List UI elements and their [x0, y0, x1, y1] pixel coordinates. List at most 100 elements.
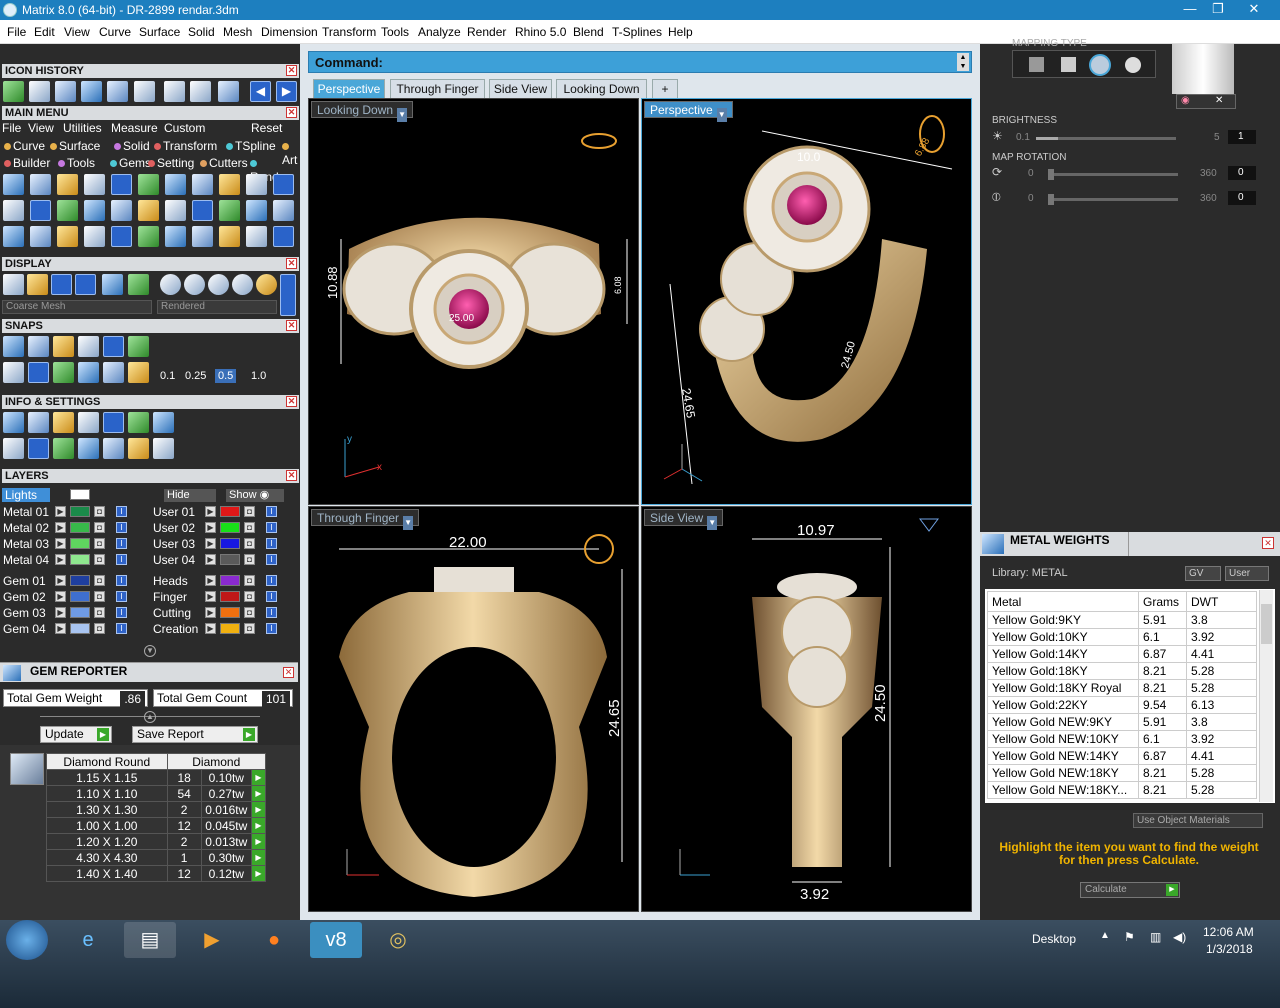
- play-icon[interactable]: ▶: [205, 575, 216, 586]
- new-file-icon[interactable]: [29, 81, 50, 102]
- layer-row[interactable]: Heads ▶ ◘ I: [150, 574, 290, 588]
- modeling-tool-icon[interactable]: [192, 174, 213, 195]
- spherical-map-icon[interactable]: [1089, 54, 1111, 76]
- table-row[interactable]: Yellow Gold:10KY 6.1 3.92: [987, 628, 1257, 646]
- pyramid-icon[interactable]: [107, 81, 128, 102]
- snap-value[interactable]: 1.0: [251, 370, 266, 382]
- viewport-looking-down[interactable]: 10.88 25.00 6.08 y x Looking Down ▼: [308, 98, 639, 505]
- gem-row-action[interactable]: ▶: [250, 865, 267, 882]
- menu-mesh[interactable]: Mesh: [223, 25, 252, 39]
- lock-icon[interactable]: ◘: [94, 607, 105, 618]
- material-ball-icon[interactable]: [232, 274, 253, 295]
- layer-visibility-icon[interactable]: I: [116, 607, 127, 618]
- close-icon[interactable]: ✕: [286, 470, 297, 481]
- modeling-tool-icon[interactable]: [165, 226, 186, 247]
- viewport-through-finger[interactable]: 22.00 24.65 Through Finger ▼: [308, 506, 639, 912]
- modeling-tool-icon[interactable]: [84, 200, 105, 221]
- ghost-icon[interactable]: [27, 274, 48, 295]
- modeling-tool-icon[interactable]: [246, 174, 267, 195]
- viewport-label[interactable]: Looking Down ▼: [311, 101, 414, 122]
- modeling-tool-icon[interactable]: [192, 200, 213, 221]
- layer-row[interactable]: Gem 01 ▶ ◘ I: [0, 574, 140, 588]
- category-tspline[interactable]: TSpline: [226, 139, 276, 153]
- category-setting[interactable]: Setting: [148, 156, 194, 170]
- menu-file[interactable]: File: [7, 25, 26, 39]
- back-arrow-icon[interactable]: ◀: [250, 81, 271, 102]
- layer-visibility-icon[interactable]: I: [266, 522, 277, 533]
- hide-layers-button[interactable]: Hide: [164, 489, 216, 502]
- play-icon[interactable]: ▶: [205, 623, 216, 634]
- info-tool-icon[interactable]: [153, 412, 174, 433]
- table-row[interactable]: Yellow Gold NEW:14KY 6.87 4.41: [987, 747, 1257, 765]
- layer-row[interactable]: Metal 03 ▶ ◘ I: [0, 537, 140, 551]
- layer-row[interactable]: User 02 ▶ ◘ I: [150, 521, 290, 535]
- lock-icon[interactable]: ◘: [244, 623, 255, 634]
- menu-curve[interactable]: Curve: [99, 25, 131, 39]
- gem-row-action[interactable]: ▶: [250, 817, 267, 834]
- menu-rhino[interactable]: Rhino 5.0: [515, 25, 566, 39]
- modeling-tool-icon[interactable]: [273, 200, 294, 221]
- scale-icon[interactable]: [134, 81, 155, 102]
- expand-icon[interactable]: ▲: [144, 711, 156, 723]
- table-row[interactable]: 1.15 X 1.15 18 0.10tw ▶: [46, 769, 267, 786]
- media-player-icon[interactable]: ▶: [186, 922, 238, 958]
- layer-row[interactable]: Gem 02 ▶ ◘ I: [0, 590, 140, 604]
- gold-ball-icon[interactable]: [256, 274, 277, 295]
- snap-tool-icon[interactable]: [128, 362, 149, 383]
- layer-color-swatch[interactable]: [70, 575, 90, 586]
- modeling-tool-icon[interactable]: [3, 174, 24, 195]
- play-icon[interactable]: ▶: [205, 591, 216, 602]
- lock-icon[interactable]: ◘: [244, 506, 255, 517]
- layer-color-swatch[interactable]: [70, 506, 90, 517]
- layer-visibility-icon[interactable]: I: [266, 623, 277, 634]
- layer-color-swatch[interactable]: [220, 591, 240, 602]
- layer-color-swatch[interactable]: [220, 538, 240, 549]
- viewport-label[interactable]: Side View ▼: [644, 509, 724, 530]
- play-icon[interactable]: ▶: [55, 575, 66, 586]
- maximize-button[interactable]: ❐: [1204, 0, 1232, 20]
- gem-row-action[interactable]: ▶: [250, 833, 267, 850]
- play-icon[interactable]: ▶: [55, 591, 66, 602]
- rotation-value[interactable]: 0: [1228, 191, 1256, 205]
- snap-value[interactable]: 0.25: [185, 370, 206, 382]
- close-icon[interactable]: ✕: [286, 396, 297, 407]
- slider-thumb[interactable]: [1048, 169, 1054, 180]
- table-row[interactable]: Yellow Gold:18KY 8.21 5.28: [987, 662, 1257, 680]
- rotation-slider-1[interactable]: ⟳ 0 360 0: [990, 165, 1266, 183]
- lock-icon[interactable]: ◘: [244, 575, 255, 586]
- layer-visibility-icon[interactable]: I: [266, 575, 277, 586]
- table-row[interactable]: Yellow Gold NEW:18KY 8.21 5.28: [987, 764, 1257, 782]
- snap-tool-icon[interactable]: [78, 362, 99, 383]
- layer-color-swatch[interactable]: [70, 554, 90, 565]
- layer-row[interactable]: Gem 03 ▶ ◘ I: [0, 606, 140, 620]
- main-menu-utilities[interactable]: Utilities: [63, 121, 102, 135]
- slider-track[interactable]: [1036, 137, 1176, 140]
- snap-tool-icon[interactable]: [28, 336, 49, 357]
- modeling-tool-icon[interactable]: [165, 174, 186, 195]
- display-toggle[interactable]: [280, 274, 296, 316]
- command-input[interactable]: [389, 54, 949, 70]
- color-wheel-icon[interactable]: ◉: [1181, 95, 1190, 106]
- layer-visibility-icon[interactable]: I: [116, 538, 127, 549]
- menu-edit[interactable]: Edit: [34, 25, 55, 39]
- metal-table-scrollbar[interactable]: [1259, 590, 1273, 802]
- save-icon[interactable]: [164, 81, 185, 102]
- layer-visibility-icon[interactable]: I: [266, 591, 277, 602]
- matrix-app-icon[interactable]: v8: [310, 922, 362, 958]
- category-solid[interactable]: Solid: [114, 139, 150, 153]
- table-row[interactable]: Yellow Gold:22KY 9.54 6.13: [987, 696, 1257, 714]
- layer-visibility-icon[interactable]: I: [266, 506, 277, 517]
- modeling-tool-icon[interactable]: [165, 200, 186, 221]
- play-icon[interactable]: ▶: [205, 506, 216, 517]
- firefox-icon[interactable]: ●: [248, 922, 300, 958]
- table-row[interactable]: 1.00 X 1.00 12 0.045tw ▶: [46, 817, 267, 834]
- layer-row[interactable]: Metal 04 ▶ ◘ I: [0, 553, 140, 567]
- table-row[interactable]: Yellow Gold:9KY 5.91 3.8: [987, 611, 1257, 629]
- layer-row[interactable]: Metal 02 ▶ ◘ I: [0, 521, 140, 535]
- box-map-icon[interactable]: [1061, 57, 1076, 72]
- modeling-tool-icon[interactable]: [219, 200, 240, 221]
- info-tool-icon[interactable]: [53, 412, 74, 433]
- layer-color-swatch[interactable]: [70, 591, 90, 602]
- table-row[interactable]: 1.40 X 1.40 12 0.12tw ▶: [46, 865, 267, 882]
- menu-surface[interactable]: Surface: [139, 25, 180, 39]
